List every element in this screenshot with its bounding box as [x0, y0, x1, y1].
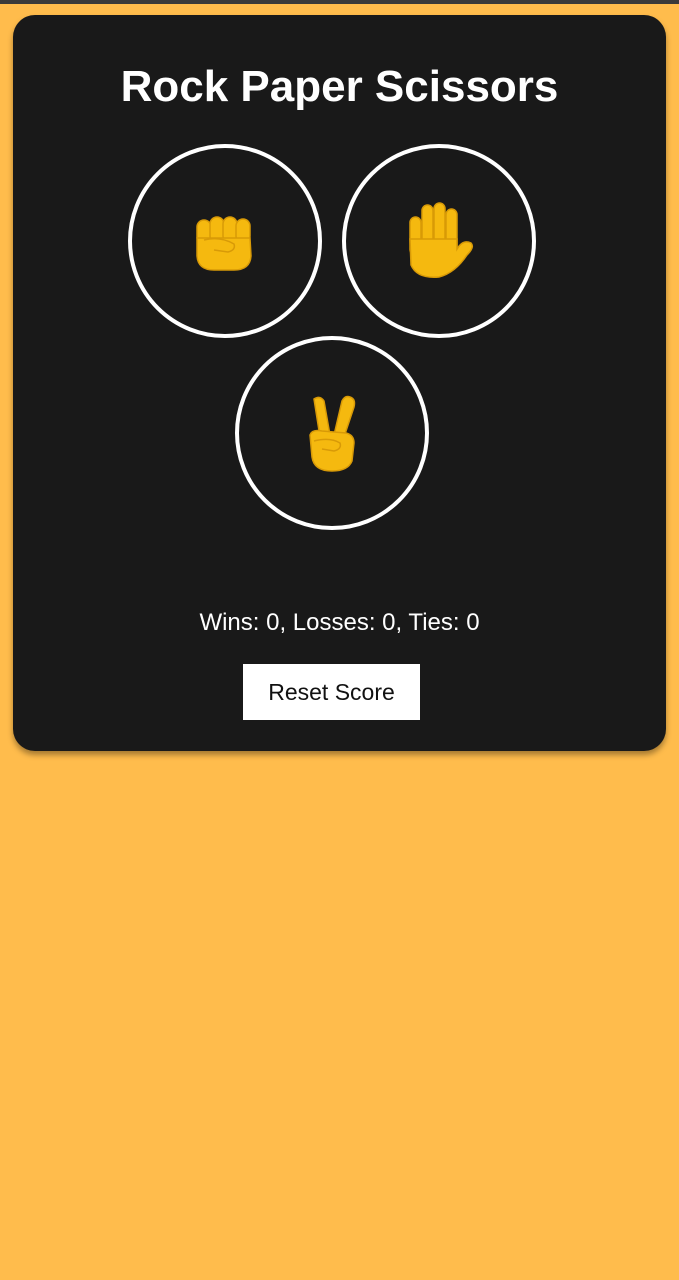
raised-hand-icon — [409, 202, 474, 278]
paper-button[interactable] — [342, 144, 536, 338]
page-title: Rock Paper Scissors — [120, 62, 559, 111]
game-card: Rock Paper Scissors Wins: 0, Losses: 0, … — [13, 15, 666, 751]
score-text: Wins: 0, Losses: 0, Ties: 0 — [199, 609, 480, 636]
status-bar-edge — [0, 0, 679, 4]
victory-hand-icon — [309, 395, 356, 472]
reset-score-button[interactable]: Reset Score — [243, 664, 420, 720]
raised-fist-icon — [196, 216, 252, 271]
scissors-button[interactable] — [235, 336, 429, 530]
rock-button[interactable] — [128, 144, 322, 338]
